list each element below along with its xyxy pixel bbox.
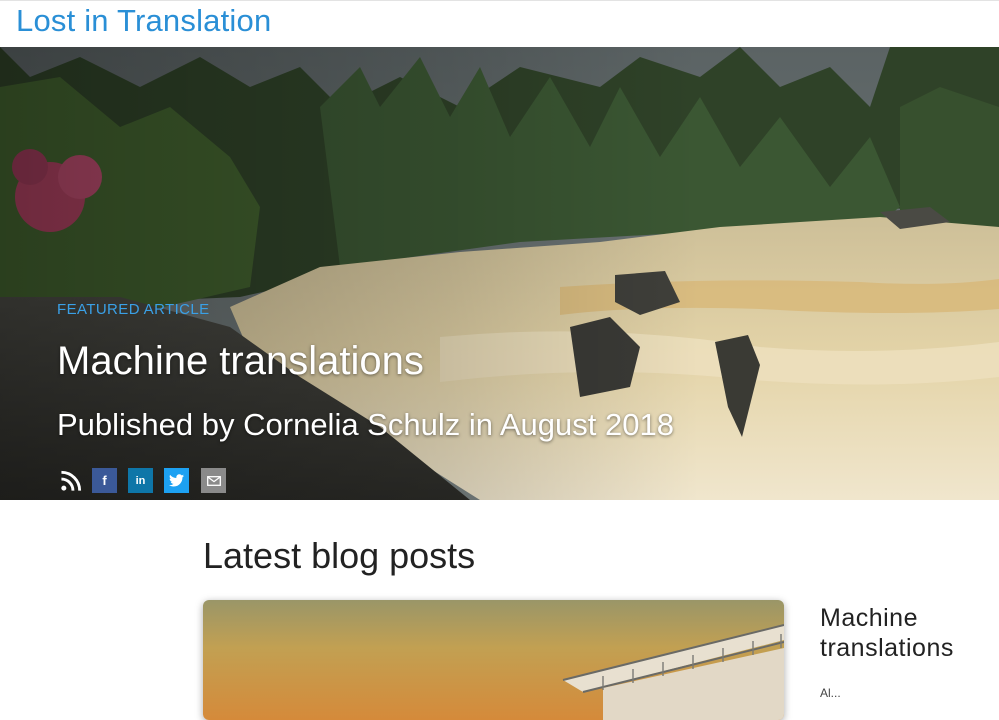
site-header: Lost in Translation xyxy=(0,0,999,47)
facebook-icon[interactable]: f xyxy=(92,468,117,493)
rss-icon[interactable] xyxy=(59,468,84,493)
post-title[interactable]: Machine translations xyxy=(820,603,990,663)
featured-article-label: FEATURED ARTICLE xyxy=(57,301,210,318)
featured-hero[interactable]: FEATURED ARTICLE Machine translations Pu… xyxy=(0,47,999,500)
hero-title[interactable]: Machine translations xyxy=(57,339,424,384)
post-excerpt: Al... xyxy=(820,686,841,700)
post-card-image[interactable] xyxy=(203,600,784,720)
site-title-link[interactable]: Lost in Translation xyxy=(16,3,271,39)
bridge-sunset-image xyxy=(203,600,784,720)
twitter-icon[interactable] xyxy=(164,468,189,493)
email-icon[interactable] xyxy=(201,468,226,493)
hero-byline: Published by Cornelia Schulz in August 2… xyxy=(57,407,674,442)
linkedin-icon[interactable]: in xyxy=(128,468,153,493)
latest-posts-heading: Latest blog posts xyxy=(203,535,476,576)
